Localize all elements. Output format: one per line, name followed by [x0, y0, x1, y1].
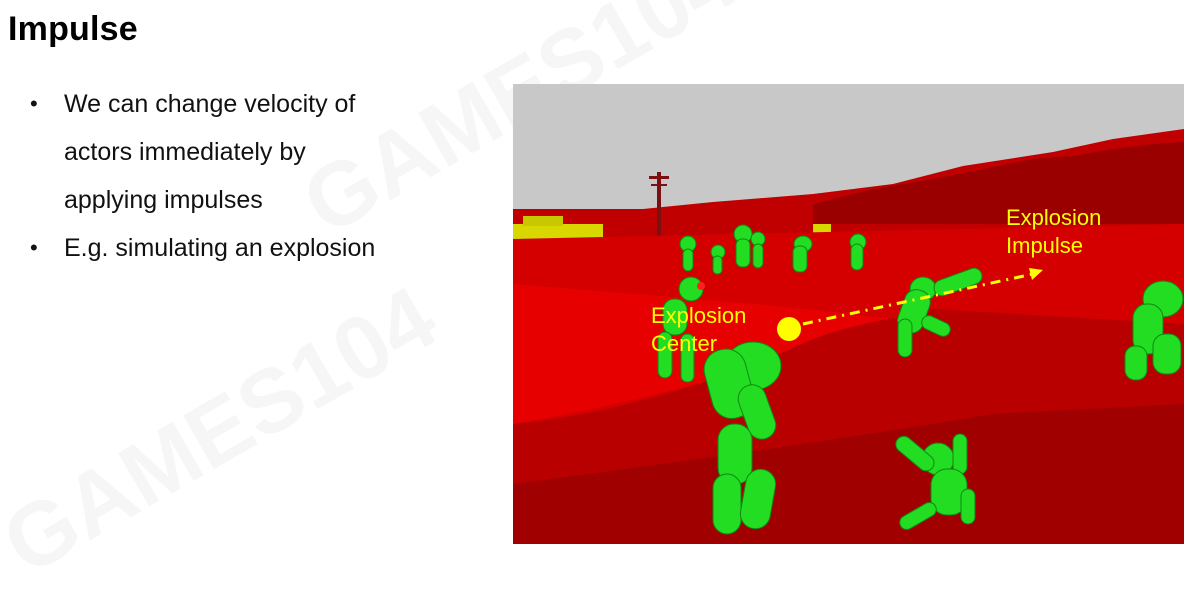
bullet-dot: •: [30, 235, 38, 260]
bullet-item: • E.g. simulating an explosion: [30, 224, 470, 272]
bullet-item: • We can change velocity of actors immed…: [30, 80, 470, 224]
explosion-ragdoll-image: Explosion Center Explosion Impulse: [513, 84, 1184, 544]
bullet-text: We can change velocity of actors immedia…: [64, 90, 356, 214]
explosion-center-label: Explosion Center: [651, 303, 747, 356]
slide-title: Impulse: [8, 10, 138, 48]
bullet-list: • We can change velocity of actors immed…: [30, 80, 470, 272]
watermark: GAMES104: [0, 267, 454, 596]
bullet-dot: •: [30, 91, 38, 116]
explosion-center-marker: [777, 317, 801, 341]
explosion-impulse-label: Explosion Impulse: [1006, 205, 1102, 258]
scene-drawing: [513, 84, 1184, 544]
bullet-text: E.g. simulating an explosion: [64, 234, 376, 262]
utility-pole: [657, 172, 661, 242]
